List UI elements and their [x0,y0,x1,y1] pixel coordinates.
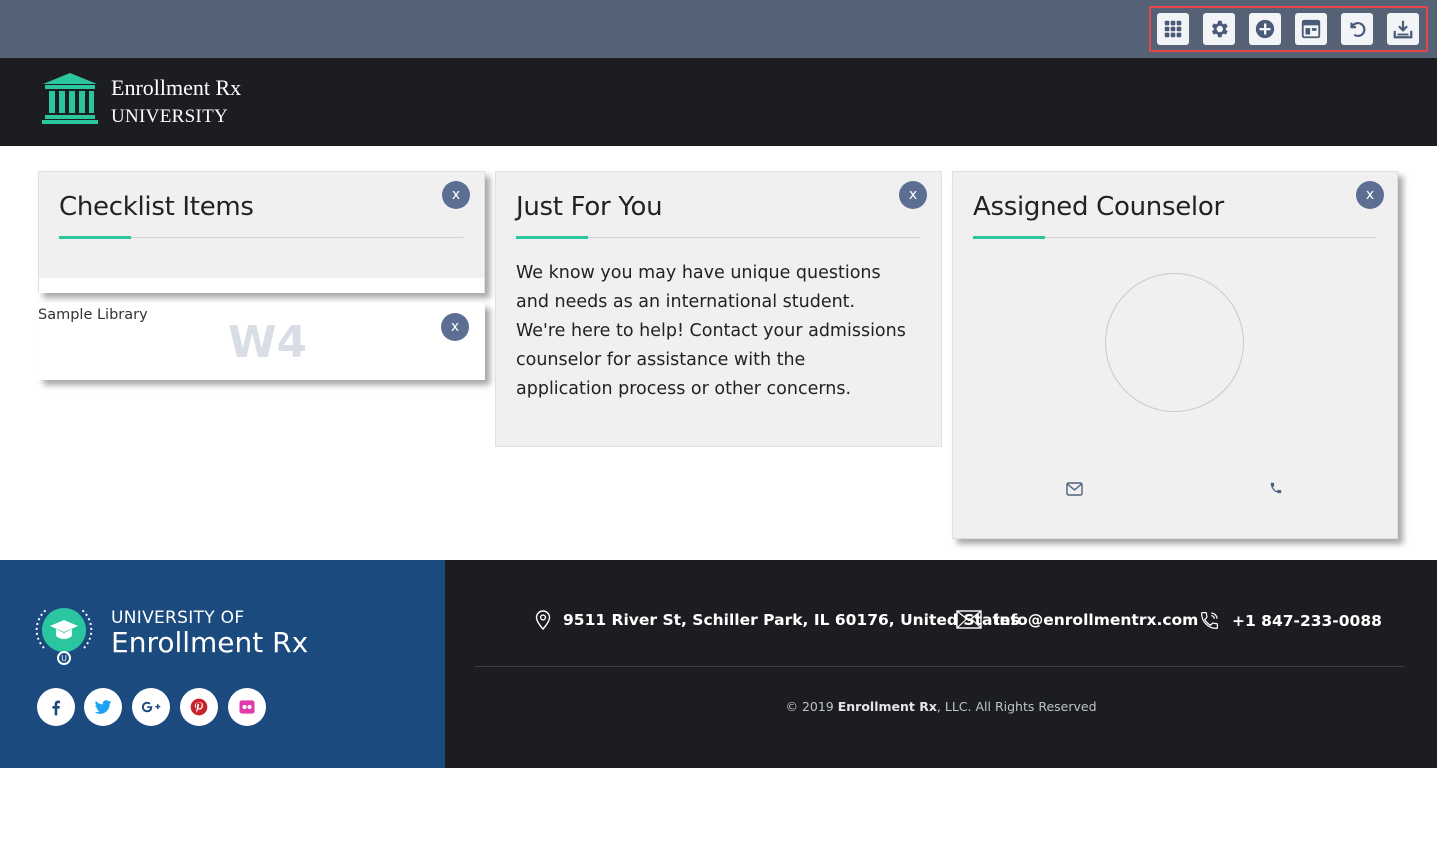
facebook-icon [52,700,60,716]
card-footer-strip [39,278,484,293]
svg-text:U: U [61,654,67,663]
card-accent-bar [516,236,588,239]
envelope-icon [956,610,982,629]
undo-icon [1350,22,1366,38]
phone-text[interactable]: +1 847-233-0088 [1232,612,1382,630]
just-for-you-close-button[interactable]: x [899,181,927,209]
footer-contact-panel: 9511 River St, Schiller Park, IL 60176, … [445,560,1437,768]
brand-name[interactable]: Enrollment Rx [111,75,241,101]
counselor-close-button[interactable]: x [1356,181,1384,209]
layout-button[interactable] [1295,13,1327,45]
top-toolbar [0,0,1437,58]
google-plus-link[interactable] [132,688,170,726]
footer-divider [475,666,1404,667]
library-label: Sample Library [38,307,148,323]
just-for-you-body: We know you may have unique questions an… [516,263,906,399]
google-plus-icon [141,701,161,713]
footer-university-name: Enrollment Rx [111,626,309,659]
copyright: © 2019 Enrollment Rx, LLC. All Rights Re… [445,699,1437,714]
library-watermark: W4 [228,317,308,368]
gear-icon [1211,20,1228,38]
settings-button[interactable] [1203,13,1235,45]
sample-library-card: Sample Library W4 x [38,303,485,380]
pinterest-icon [190,698,208,716]
layout-icon [1301,19,1321,39]
copyright-brand: Enrollment Rx [837,699,937,714]
footer-phone[interactable]: +1 847-233-0088 [1199,610,1382,631]
flickr-icon [239,700,255,714]
apps-grid-button[interactable] [1157,13,1189,45]
footer-address: 9511 River St, Schiller Park, IL 60176, … [535,610,1020,630]
envelope-icon[interactable] [1066,482,1083,496]
phone-icon[interactable] [1269,481,1283,495]
library-close-button[interactable]: x [441,313,469,341]
pinterest-link[interactable] [180,688,218,726]
columns-building-icon [42,73,98,124]
apps-grid-icon [1164,20,1182,38]
university-seal-icon: U [35,608,93,665]
assigned-counselor-card: Assigned Counselor x [952,171,1398,539]
just-for-you-title: Just For You [516,192,663,222]
card-accent-bar [973,236,1045,239]
counselor-title: Assigned Counselor [973,192,1224,222]
map-pin-icon [535,610,551,630]
brand-subtitle[interactable]: UNIVERSITY [111,106,228,128]
address-text: 9511 River St, Schiller Park, IL 60176, … [563,611,1020,629]
footer-brand-panel: U UNIVERSITY OF Enrollment Rx [0,560,445,768]
download-icon [1393,20,1413,39]
footer-university-of: UNIVERSITY OF [111,608,245,628]
copyright-suffix: , LLC. All Rights Reserved [936,699,1097,714]
twitter-link[interactable] [84,688,122,726]
footer-email[interactable]: info@enrollmentrx.com [956,610,1198,629]
phone-icon [1201,612,1218,629]
add-button[interactable] [1249,13,1281,45]
card-accent-bar [59,236,131,239]
facebook-link[interactable] [37,688,75,726]
toolbar-button-group [1149,6,1428,52]
add-circle-icon [1255,19,1275,39]
email-text[interactable]: info@enrollmentrx.com [994,611,1198,629]
checklist-title: Checklist Items [59,192,254,222]
just-for-you-card: Just For You We know you may have unique… [495,171,942,447]
twitter-icon [94,700,112,714]
counselor-avatar [1105,273,1244,412]
copyright-prefix: © 2019 [785,699,838,714]
checklist-card: Checklist Items x [38,171,485,293]
checklist-close-button[interactable]: x [442,181,470,209]
flickr-link[interactable] [228,688,266,726]
download-button[interactable] [1387,13,1419,45]
undo-button[interactable] [1341,13,1373,45]
site-header: Enrollment Rx UNIVERSITY [0,58,1437,146]
